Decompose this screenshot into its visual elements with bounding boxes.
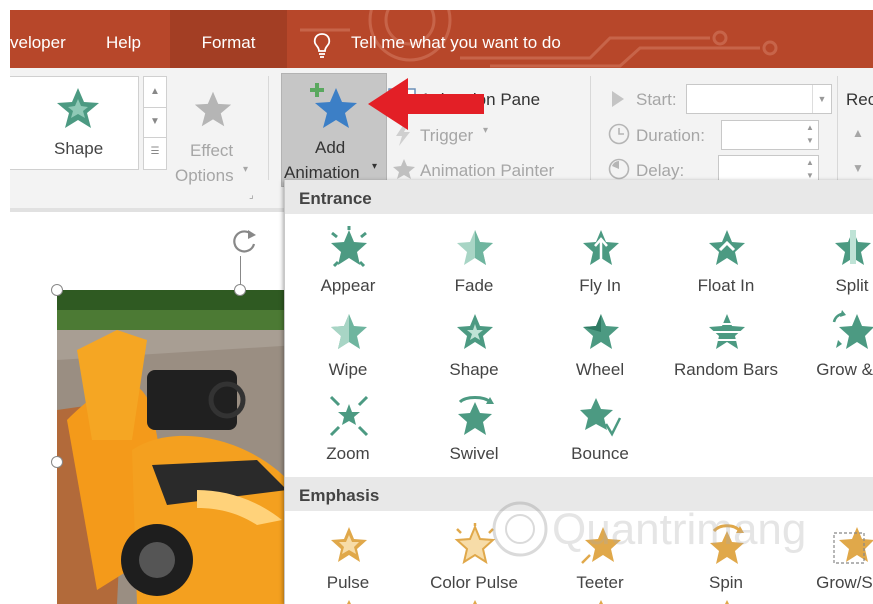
chevron-down-icon[interactable]: ▼ [812,85,831,113]
effect-label: Appear [320,276,376,295]
watermark-text: Quantrimang [552,505,806,554]
fade-star-icon [457,230,493,265]
entrance-header: Entrance [285,180,873,214]
blue-star-plus-icon [310,83,357,128]
effect-grow-and-turn[interactable]: Grow & T [789,304,873,388]
effect-options-label-1[interactable]: Effect [190,141,233,161]
effect-wipe[interactable]: Wipe [285,304,411,388]
clock-icon [608,123,630,145]
chevron-down-icon: ▾ [372,161,378,172]
effect-fly-in[interactable]: Fly In [537,220,663,304]
shape-star-icon [457,314,493,349]
play-triangle-icon [612,91,624,107]
move-earlier-icon[interactable]: ▲ [852,126,864,140]
effect-label: Spin [708,573,744,592]
resize-handle-top-left[interactable] [51,284,63,296]
zoom-star-icon [329,395,369,437]
effect-bounce[interactable]: Bounce [537,388,663,472]
effect-label: Fly In [579,276,621,295]
effect-label: Fade [454,276,494,295]
effect-appear[interactable]: Appear [285,220,411,304]
rotate-handle-icon[interactable] [228,226,260,258]
effect-split[interactable]: Split [789,220,873,304]
move-later-icon[interactable]: ▼ [852,161,864,175]
car-photo[interactable] [57,290,297,604]
random-bars-star-icon [706,314,748,349]
lightbulb-icon [313,33,331,58]
orange-car-image [57,290,297,604]
powerpoint-window: veloper Help Format Tell me what you wan… [10,10,873,604]
gallery-shape-label: Shape [54,139,104,158]
emphasis-title: Emphasis [299,486,380,505]
animation-gallery[interactable]: Shape [10,76,139,170]
effect-options-star-icon [194,91,232,127]
effect-label: Grow/Shr [816,573,873,592]
resize-handle-top-center[interactable] [234,284,246,296]
ribbon-tab-bar: veloper Help Format Tell me what you wan… [10,10,873,68]
effect-label: Shape [449,360,499,379]
ribbon-divider [590,76,591,180]
ribbon-divider [268,76,269,180]
effect-wheel[interactable]: Wheel [537,304,663,388]
effect-label: Random Bars [674,360,778,379]
tell-me-search[interactable]: Tell me what you want to do [351,10,561,68]
dialog-launcher-icon[interactable]: ⌟ [249,190,254,201]
duration-input[interactable]: ▲ ▼ [721,120,819,150]
reorder-label: Rec [846,90,873,109]
start-label: Start: [636,90,677,109]
effect-label: Zoom [326,444,370,463]
effect-options-label-2[interactable]: Options [175,166,234,186]
ribbon-divider [837,76,838,180]
gallery-scrollbar[interactable]: ▲ ▼ ☰ [143,76,167,170]
effect-zoom[interactable]: Zoom [285,388,411,472]
wheel-star-icon [583,314,619,349]
duration-label: Duration: [636,126,705,145]
swivel-star-icon [458,396,494,435]
effect-label: Float In [697,276,755,295]
appear-star-icon [331,226,367,268]
add-animation-label-1: Add [315,138,346,157]
fly-in-star-icon [583,230,619,266]
shape-star-icon [57,88,99,128]
tab-format[interactable]: Format [170,10,287,68]
effect-label: Swivel [449,444,499,463]
effect-random-bars[interactable]: Random Bars [663,304,789,388]
effect-pulse[interactable]: Pulse [285,517,411,601]
effect-label: Wipe [328,360,368,379]
effect-label: Split [835,276,869,295]
tab-developer[interactable]: veloper [10,10,66,68]
wipe-star-icon [331,314,367,349]
duration-spinner-icon[interactable]: ▲ ▼ [802,121,818,149]
effect-swivel[interactable]: Swivel [411,388,537,472]
grow-turn-star-icon [832,310,873,349]
clock-icon [608,158,630,180]
animation-painter-button[interactable]: Animation Painter [420,161,554,181]
effect-fade[interactable]: Fade [411,220,537,304]
effect-label: Grow & T [816,360,873,379]
gallery-more-icon[interactable]: ☰ [144,137,166,167]
delay-label: Delay: [636,161,685,180]
gallery-down-icon[interactable]: ▼ [144,107,166,138]
effect-float-in[interactable]: Float In [663,220,789,304]
start-select[interactable]: ▼ [686,84,832,114]
tab-help[interactable]: Help [106,10,141,68]
bounce-star-icon [580,398,622,437]
effect-label: Bounce [571,444,629,463]
effect-label: Wheel [575,360,625,379]
red-arrow-annotation [368,78,484,130]
chevron-down-icon: ▾ [243,164,249,175]
effect-label: Color Pulse [430,573,518,592]
float-in-star-icon [709,230,745,265]
next-row-icons-partial [347,600,729,604]
quantrimang-watermark-logo: Quantrimang [492,501,806,557]
resize-handle-middle-left[interactable] [51,456,63,468]
effect-shape[interactable]: Shape [411,304,537,388]
gallery-up-icon[interactable]: ▲ [144,77,166,108]
split-star-icon [835,230,871,265]
entrance-title: Entrance [299,189,372,208]
effect-label: Teeter [576,573,624,592]
effect-label: Pulse [326,573,370,592]
pulse-star-icon [331,527,367,562]
star-brush-icon [393,159,415,179]
